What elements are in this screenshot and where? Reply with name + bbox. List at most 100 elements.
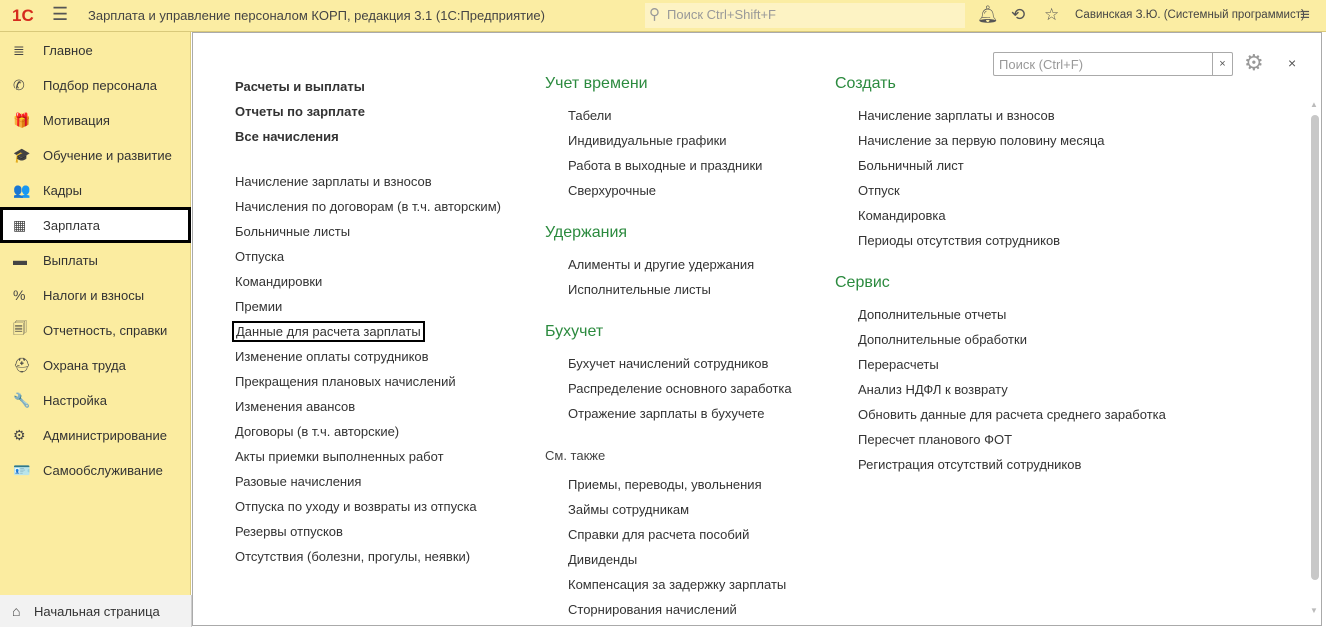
sidebar-item-label: Главное: [43, 42, 93, 58]
nav-link[interactable]: Разовые начисления: [235, 474, 361, 489]
nav-link[interactable]: Больничный лист: [858, 158, 964, 173]
1c-logo: 1С: [12, 6, 34, 25]
sidebar-icon: ⚙: [13, 426, 26, 443]
sidebar-icon: ✆: [13, 76, 25, 93]
user-name[interactable]: Савинская З.Ю. (Системный программист): [1075, 9, 1305, 21]
nav-link[interactable]: Займы сотрудникам: [568, 502, 689, 517]
nav-link[interactable]: Резервы отпусков: [235, 524, 343, 539]
nav-link[interactable]: Начисления по договорам (в т.ч. авторски…: [235, 199, 501, 214]
nav-link[interactable]: Данные для расчета зарплаты: [232, 321, 425, 342]
sidebar-item-label: Обучение и развитие: [43, 147, 172, 163]
nav-link[interactable]: Начисление зарплаты и взносов: [858, 108, 1055, 123]
nav-link[interactable]: Справки для расчета пособий: [568, 527, 749, 542]
nav-link[interactable]: Табели: [568, 108, 612, 123]
bell-icon[interactable]: 🔔︎: [977, 5, 999, 25]
group-heading: Бухучет: [545, 323, 604, 340]
sidebar-icon: 🔧: [13, 391, 31, 408]
sidebar-icon: ≣: [13, 41, 25, 58]
nav-link[interactable]: Бухучет начислений сотрудников: [568, 356, 768, 371]
sidebar-item[interactable]: ⚙ Администрирование: [0, 417, 191, 453]
nav-link[interactable]: Больничные листы: [235, 224, 350, 239]
panel-search-input[interactable]: Поиск (Ctrl+F) ×: [993, 52, 1233, 76]
nav-link[interactable]: Акты приемки выполненных работ: [235, 449, 444, 464]
home-tab[interactable]: ⌂ Начальная страница: [0, 595, 192, 627]
sidebar-item[interactable]: 👥 Кадры: [0, 172, 191, 208]
nav-link[interactable]: Дополнительные отчеты: [858, 307, 1006, 322]
nav-link[interactable]: Дополнительные обработки: [858, 332, 1027, 347]
nav-link[interactable]: Распределение основного заработка: [568, 381, 792, 396]
nav-link[interactable]: Сторнирования начислений: [568, 602, 737, 617]
sidebar-icon: 🪪: [13, 461, 31, 478]
gear-icon[interactable]: ⚙: [1244, 50, 1264, 76]
nav-link[interactable]: Алименты и другие удержания: [568, 257, 754, 272]
nav-link[interactable]: Компенсация за задержку зарплаты: [568, 577, 786, 592]
nav-link[interactable]: Сверхурочные: [568, 183, 656, 198]
clear-search-button[interactable]: ×: [1212, 53, 1232, 75]
group-heading: Учет времени: [545, 75, 648, 92]
sidebar-item[interactable]: 🗐 Отчетность, справки: [0, 312, 191, 348]
sidebar-item[interactable]: ▦ Зарплата: [0, 207, 191, 243]
nav-link[interactable]: Изменение оплаты сотрудников: [235, 349, 429, 364]
see-also-heading: См. также: [545, 448, 606, 463]
nav-link[interactable]: Работа в выходные и праздники: [568, 158, 762, 173]
group-heading: Сервис: [835, 274, 890, 291]
sidebar-item[interactable]: ▬ Выплаты: [0, 242, 191, 278]
sidebar-item[interactable]: 🪪 Самообслуживание: [0, 452, 191, 488]
nav-link[interactable]: Отпуска: [235, 249, 284, 264]
nav-link[interactable]: Изменения авансов: [235, 399, 355, 414]
search-icon: ⚲: [649, 6, 660, 23]
nav-link[interactable]: Перерасчеты: [858, 357, 939, 372]
nav-link[interactable]: Командировки: [235, 274, 322, 289]
sidebar-item[interactable]: 🎓 Обучение и развитие: [0, 137, 191, 173]
nav-link[interactable]: Договоры (в т.ч. авторские): [235, 424, 399, 439]
history-icon[interactable]: ⟲: [1011, 5, 1025, 25]
scroll-down-icon[interactable]: ▼: [1310, 606, 1318, 615]
sidebar-item-label: Настройка: [43, 392, 107, 408]
nav-link[interactable]: Обновить данные для расчета среднего зар…: [858, 407, 1166, 422]
star-icon[interactable]: ☆: [1044, 5, 1059, 25]
app-title: Зарплата и управление персоналом КОРП, р…: [88, 8, 545, 23]
nav-link[interactable]: Отражение зарплаты в бухучете: [568, 406, 764, 421]
nav-link[interactable]: Регистрация отсутствий сотрудников: [858, 457, 1081, 472]
nav-link[interactable]: Отпуска по уходу и возвраты из отпуска: [235, 499, 477, 514]
close-button[interactable]: ×: [1288, 55, 1296, 71]
nav-link[interactable]: Отсутствия (болезни, прогулы, неявки): [235, 549, 470, 564]
main-menu-icon[interactable]: ☰: [52, 4, 68, 25]
sidebar-icon: ⛑: [13, 356, 31, 373]
nav-link[interactable]: Отпуск: [858, 183, 900, 198]
scrollbar[interactable]: [1311, 115, 1319, 580]
nav-link[interactable]: Пересчет планового ФОТ: [858, 432, 1012, 447]
section-link[interactable]: Все начисления: [235, 129, 339, 144]
sidebar-icon: ▬: [13, 252, 27, 268]
sidebar-icon: 🗐: [13, 320, 27, 336]
nav-link[interactable]: Индивидуальные графики: [568, 133, 727, 148]
nav-link[interactable]: Командировка: [858, 208, 946, 223]
scroll-up-icon[interactable]: ▲: [1310, 100, 1318, 109]
sidebar-item-label: Зарплата: [43, 217, 100, 233]
nav-link[interactable]: Премии: [235, 299, 282, 314]
nav-link[interactable]: Периоды отсутствия сотрудников: [858, 233, 1060, 248]
section-link[interactable]: Отчеты по зарплате: [235, 104, 365, 119]
nav-link[interactable]: Прекращения плановых начислений: [235, 374, 456, 389]
home-icon: ⌂: [12, 603, 21, 619]
sidebar-item[interactable]: 🎁 Мотивация: [0, 102, 191, 138]
nav-link[interactable]: Анализ НДФЛ к возврату: [858, 382, 1008, 397]
sidebar-item[interactable]: 🔧 Настройка: [0, 382, 191, 418]
settings-menu-icon[interactable]: ≡: [1300, 5, 1310, 25]
nav-link[interactable]: Дивиденды: [568, 552, 637, 567]
sidebar-item[interactable]: ✆ Подбор персонала: [0, 67, 191, 103]
sidebar-item[interactable]: % Налоги и взносы: [0, 277, 191, 313]
section-link[interactable]: Расчеты и выплаты: [235, 79, 365, 94]
sidebar-icon: ▦: [13, 216, 27, 233]
global-search-input[interactable]: ⚲ Поиск Ctrl+Shift+F: [645, 3, 965, 28]
nav-link[interactable]: Начисление зарплаты и взносов: [235, 174, 432, 189]
sidebar-item-label: Охрана труда: [43, 357, 126, 373]
sidebar-icon: 🎁: [13, 111, 31, 128]
sidebar-item[interactable]: ≣ Главное: [0, 32, 191, 68]
nav-link[interactable]: Исполнительные листы: [568, 282, 711, 297]
sidebar-item-label: Подбор персонала: [43, 77, 157, 93]
nav-link[interactable]: Приемы, переводы, увольнения: [568, 477, 762, 492]
sidebar-item-label: Самообслуживание: [43, 462, 163, 478]
nav-link[interactable]: Начисление за первую половину месяца: [858, 133, 1105, 148]
sidebar-item[interactable]: ⛑ Охрана труда: [0, 347, 191, 383]
